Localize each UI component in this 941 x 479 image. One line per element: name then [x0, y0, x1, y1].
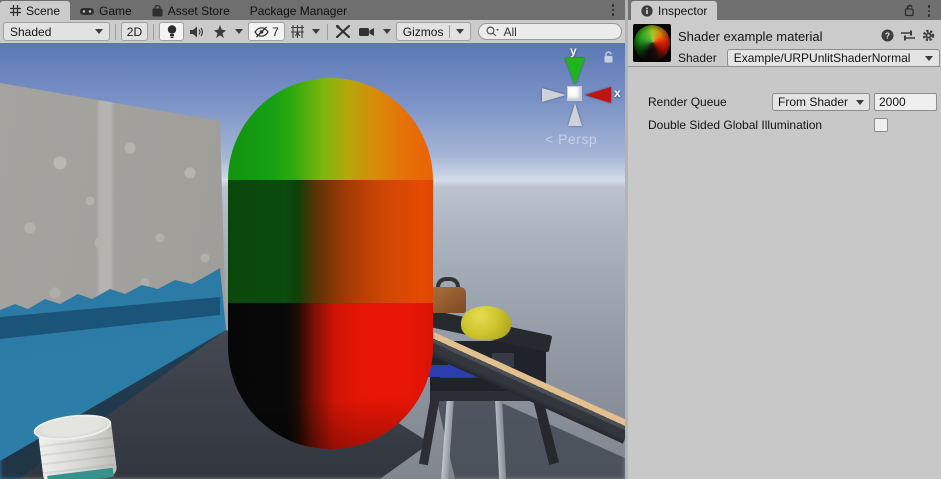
gizmos-dropdown[interactable]: Gizmos — [396, 22, 472, 41]
hard-hat — [461, 306, 511, 340]
shader-dropdown-value: Example/URPUnlitShaderNormal — [734, 51, 911, 65]
lightbulb-icon — [167, 25, 177, 39]
gizmos-label: Gizmos — [403, 25, 444, 39]
draw-mode-dropdown[interactable]: Shaded — [3, 22, 110, 41]
2d-label: 2D — [127, 25, 142, 39]
x-axis-cone[interactable] — [585, 87, 611, 103]
help-icon[interactable]: ? — [881, 29, 894, 42]
presets-icon[interactable] — [901, 29, 915, 42]
capsule-shading — [228, 78, 433, 449]
power-tool — [430, 287, 466, 313]
gamepad-icon — [80, 6, 94, 16]
tab-package-manager[interactable]: Package Manager — [240, 1, 357, 20]
chevron-down-icon — [95, 29, 103, 34]
paint-bucket — [32, 410, 121, 479]
inspector-panel: Inspector Shader example material ? Shad… — [628, 0, 941, 479]
chevron-down-icon — [312, 29, 320, 34]
unlock-icon[interactable] — [603, 51, 614, 64]
grid-snap-icon — [291, 25, 304, 38]
camera-icon — [359, 27, 375, 37]
component-tools-button[interactable] — [333, 22, 353, 41]
render-queue-mode-value: From Shader — [778, 95, 848, 109]
chevron-down-icon — [383, 29, 391, 34]
scene-audio-toggle[interactable] — [187, 22, 207, 41]
tab-inspector[interactable]: Inspector — [631, 1, 717, 20]
scene-search-box[interactable] — [478, 23, 622, 40]
grid-settings-dropdown[interactable] — [310, 22, 322, 41]
double-sided-gi-row: Double Sided Global Illumination — [648, 118, 936, 132]
bench-leg — [419, 395, 440, 465]
effects-star-icon — [213, 25, 227, 38]
tab-package-manager-label: Package Manager — [250, 4, 347, 18]
shopping-bag-icon — [152, 5, 163, 17]
tab-asset-store-label: Asset Store — [168, 4, 230, 18]
tab-game-label: Game — [99, 4, 132, 18]
scene-visibility-toggle[interactable]: 7 — [248, 22, 285, 41]
search-icon — [486, 26, 499, 37]
z-axis-cone[interactable] — [542, 88, 566, 102]
material-header: Shader example material ? Shader Example… — [628, 20, 941, 67]
axis-x-label: x — [614, 86, 621, 100]
scene-effects-toggle[interactable] — [210, 22, 230, 41]
more-options-icon[interactable] — [607, 3, 619, 17]
render-queue-row: Render Queue From Shader — [648, 95, 936, 109]
camera-settings-button[interactable] — [356, 22, 378, 41]
y-axis-cone[interactable] — [565, 58, 585, 85]
axis-y-label: y — [570, 44, 577, 58]
material-preview-thumbnail[interactable] — [633, 24, 671, 62]
scene-effects-dropdown[interactable] — [233, 22, 245, 41]
hidden-object-count: 7 — [272, 25, 279, 39]
tab-asset-store[interactable]: Asset Store — [142, 1, 240, 20]
lock-icon[interactable] — [904, 4, 915, 17]
neg-y-axis-cone[interactable] — [568, 103, 582, 126]
tab-scene-label: Scene — [26, 4, 60, 18]
inspector-tabbar: Inspector — [628, 0, 941, 20]
render-queue-label: Render Queue — [648, 95, 727, 109]
chevron-down-icon — [456, 29, 464, 34]
toolbar-separator — [115, 24, 116, 40]
toolbar-separator — [327, 24, 328, 40]
2d-toggle-button[interactable]: 2D — [121, 22, 148, 41]
scene-panel: Scene Game Asset Store Package Manager S… — [0, 0, 625, 479]
material-name: Shader example material — [678, 29, 823, 44]
tab-game[interactable]: Game — [70, 1, 142, 20]
double-sided-gi-checkbox[interactable] — [874, 118, 888, 132]
more-options-icon[interactable] — [923, 4, 935, 18]
grid-visibility-toggle[interactable] — [288, 22, 307, 41]
projection-mode-label[interactable]: < Persp — [545, 131, 597, 147]
capsule-normal-shader-object[interactable] — [228, 78, 433, 449]
svg-text:?: ? — [885, 30, 890, 40]
orientation-gizmo[interactable]: y x — [527, 45, 625, 145]
search-input[interactable] — [503, 25, 603, 39]
info-icon — [641, 5, 653, 17]
gear-icon[interactable] — [922, 29, 935, 42]
speaker-icon — [190, 26, 204, 38]
shader-label: Shader — [678, 51, 717, 65]
scene-tabbar: Scene Game Asset Store Package Manager — [0, 0, 625, 20]
scene-toolbar: Shaded 2D 7 — [0, 20, 625, 43]
render-queue-mode-dropdown[interactable]: From Shader — [772, 93, 870, 111]
chevron-down-icon — [235, 29, 243, 34]
material-preview-sphere — [634, 25, 670, 61]
scene-lighting-toggle[interactable] — [159, 22, 184, 41]
scene-viewport[interactable]: y x < Persp — [0, 43, 625, 479]
tab-scene[interactable]: Scene — [0, 1, 70, 20]
chevron-down-icon — [925, 56, 933, 61]
toolbar-separator — [153, 24, 154, 40]
gizmo-center-cube[interactable] — [567, 86, 582, 101]
render-queue-value-field[interactable] — [874, 93, 937, 111]
double-sided-gi-label: Double Sided Global Illumination — [648, 118, 822, 132]
eye-slash-icon — [254, 26, 269, 38]
grid-icon — [10, 5, 21, 16]
chevron-down-icon — [856, 100, 864, 105]
unity-editor-window: Scene Game Asset Store Package Manager S… — [0, 0, 941, 479]
shader-dropdown[interactable]: Example/URPUnlitShaderNormal — [727, 49, 940, 67]
draw-mode-label: Shaded — [10, 25, 51, 39]
gizmos-separator — [449, 25, 450, 38]
crossed-tools-icon — [336, 25, 350, 38]
tab-inspector-label: Inspector — [658, 4, 707, 18]
camera-settings-dropdown[interactable] — [381, 22, 393, 41]
